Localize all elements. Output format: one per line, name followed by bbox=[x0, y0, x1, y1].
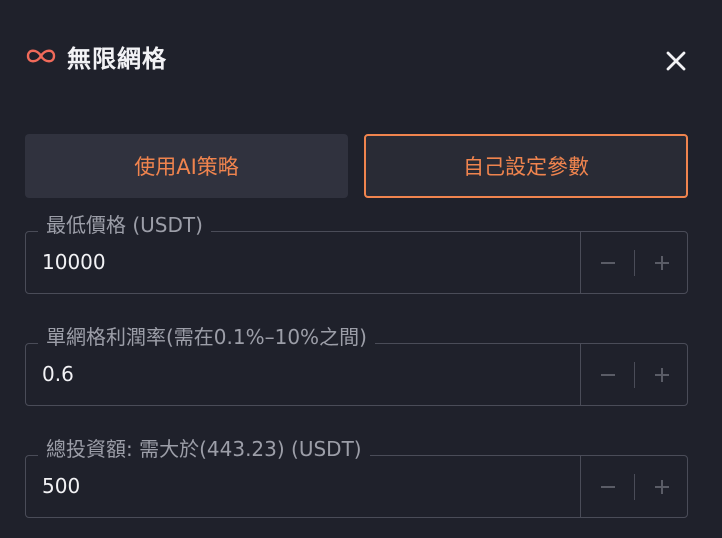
minus-icon bbox=[600, 485, 615, 488]
total-investment-field: 總投資額: 需大於(443.23) (USDT) bbox=[25, 434, 688, 518]
plus-icon bbox=[654, 367, 669, 382]
grid-profit-input[interactable] bbox=[42, 359, 562, 389]
decrement-button[interactable] bbox=[581, 231, 634, 294]
minus-icon bbox=[600, 261, 615, 264]
min-price-field: 最低價格 (USDT) bbox=[25, 210, 688, 294]
strategy-tabs: 使用AI策略 自己設定參數 bbox=[25, 134, 688, 198]
increment-button[interactable] bbox=[635, 343, 688, 406]
modal-header: 無限網格 bbox=[25, 38, 167, 74]
min-price-stepper bbox=[580, 231, 688, 294]
minus-icon bbox=[600, 373, 615, 376]
tab-custom-params[interactable]: 自己設定參數 bbox=[364, 134, 688, 198]
min-price-input[interactable] bbox=[42, 247, 562, 277]
modal-title: 無限網格 bbox=[67, 44, 167, 73]
total-investment-stepper bbox=[580, 455, 688, 518]
increment-button[interactable] bbox=[635, 455, 688, 518]
grid-profit-stepper bbox=[580, 343, 688, 406]
tab-ai-strategy[interactable]: 使用AI策略 bbox=[25, 134, 348, 198]
plus-icon bbox=[654, 479, 669, 494]
total-investment-input[interactable] bbox=[42, 471, 562, 501]
decrement-button[interactable] bbox=[581, 455, 634, 518]
grid-profit-field: 單網格利潤率(需在0.1%–10%之間) bbox=[25, 322, 688, 406]
decrement-button[interactable] bbox=[581, 343, 634, 406]
close-icon[interactable] bbox=[662, 47, 690, 75]
infinity-icon bbox=[26, 49, 56, 63]
total-investment-label: 總投資額: 需大於(443.23) (USDT) bbox=[38, 434, 370, 464]
grid-profit-label: 單網格利潤率(需在0.1%–10%之間) bbox=[38, 322, 375, 352]
min-price-label: 最低價格 (USDT) bbox=[38, 210, 211, 240]
plus-icon bbox=[654, 255, 669, 270]
increment-button[interactable] bbox=[635, 231, 688, 294]
